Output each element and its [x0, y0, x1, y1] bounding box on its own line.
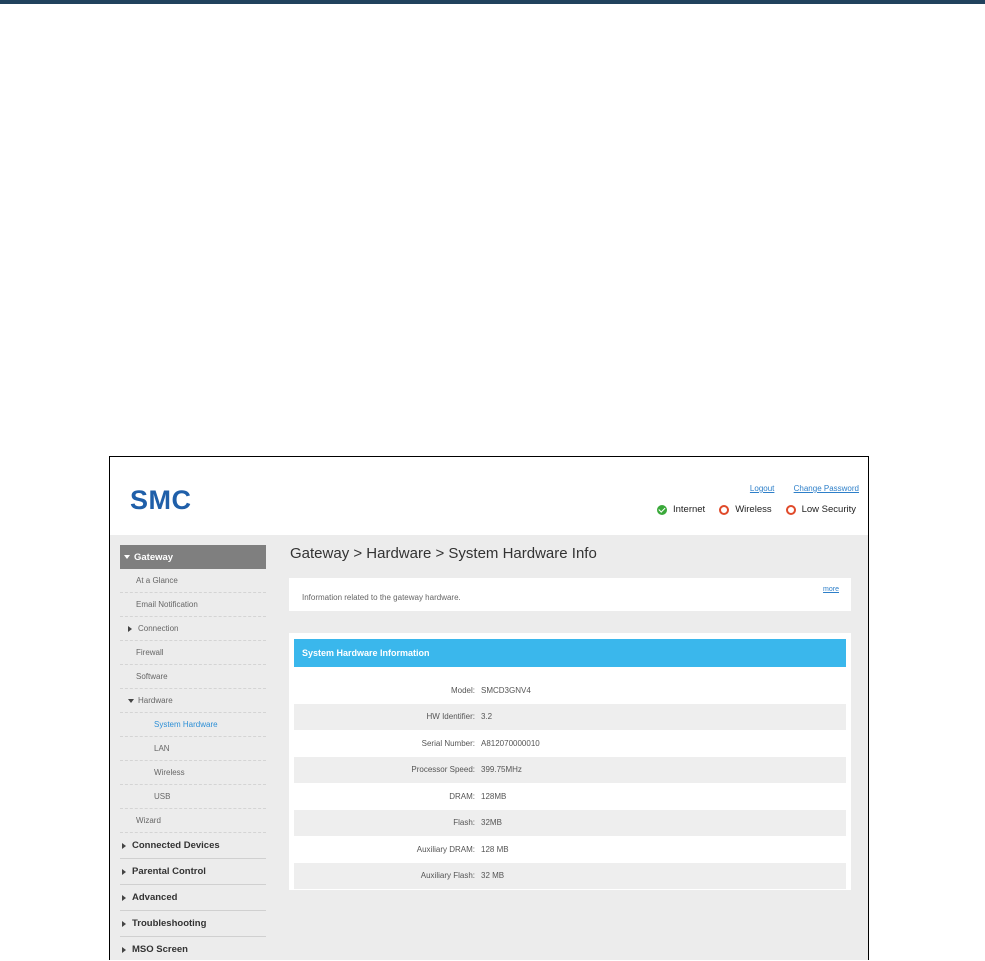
table-row: Flash: 32MB	[294, 809, 846, 836]
row-value: 32 MB	[481, 871, 505, 881]
sidebar-item-label: Gateway	[134, 551, 174, 563]
table-row: HW Identifier: 3.2	[294, 703, 846, 730]
sidebar-item-label: Hardware	[138, 696, 173, 705]
chevron-down-icon	[128, 698, 134, 703]
table-row: Processor Speed: 399.75MHz	[294, 756, 846, 783]
row-label: Serial Number:	[421, 738, 475, 748]
change-password-link[interactable]: Change Password	[794, 484, 859, 493]
hardware-info-panel: System Hardware Information Model: SMCD3…	[289, 633, 851, 890]
sidebar-item-software[interactable]: Software	[120, 665, 266, 689]
table-row: Auxiliary Flash: 32 MB	[294, 862, 846, 889]
more-link[interactable]: more	[823, 586, 839, 593]
row-value: 32MB	[481, 818, 502, 828]
row-label: Auxiliary Flash:	[420, 871, 475, 881]
status-bar: Internet Wireless Low Security	[656, 504, 856, 515]
status-wireless-label: Wireless	[735, 504, 772, 515]
sidebar-item-label: MSO Screen	[132, 944, 188, 955]
row-value: 399.75MHz	[481, 765, 522, 775]
chevron-right-icon	[122, 920, 126, 927]
sidebar-item-lan[interactable]: LAN	[120, 737, 266, 761]
hardware-info-table: Model: SMCD3GNV4 HW Identifier: 3.2 Seri…	[294, 677, 846, 889]
user-links: Logout Change Password	[733, 484, 859, 493]
status-security-label: Low Security	[801, 504, 856, 515]
row-label: Processor Speed:	[411, 765, 475, 775]
screenshot-frame: SMC Logout Change Password Internet Wire…	[109, 456, 869, 960]
logout-link[interactable]: Logout	[750, 484, 774, 493]
sidebar-item-wireless[interactable]: Wireless	[120, 761, 266, 785]
lifebuoy-icon	[719, 504, 730, 515]
sidebar-item-wizard[interactable]: Wizard	[120, 809, 266, 833]
sidebar-nav: Gateway At a Glance Email Notification C…	[120, 545, 266, 960]
sidebar-item-firewall[interactable]: Firewall	[120, 641, 266, 665]
row-label: DRAM:	[449, 791, 475, 801]
table-row: Serial Number: A812070000010	[294, 730, 846, 757]
sidebar-item-connection[interactable]: Connection	[120, 617, 266, 641]
sidebar-item-usb[interactable]: USB	[120, 785, 266, 809]
panel-title: System Hardware Information	[294, 639, 846, 667]
sidebar-item-label: Parental Control	[132, 866, 206, 877]
sidebar-item-label: Troubleshooting	[132, 918, 207, 929]
info-text: Information related to the gateway hardw…	[302, 593, 461, 602]
row-value: SMCD3GNV4	[481, 685, 531, 695]
chevron-right-icon	[122, 946, 126, 953]
sidebar-item-at-a-glance[interactable]: At a Glance	[120, 569, 266, 593]
sidebar-item-label: Connection	[138, 624, 179, 633]
sidebar-item-email-notification[interactable]: Email Notification	[120, 593, 266, 617]
sidebar-item-advanced[interactable]: Advanced	[120, 885, 266, 911]
chevron-right-icon	[122, 868, 126, 875]
row-value: 128MB	[481, 791, 507, 801]
row-label: Auxiliary DRAM:	[416, 844, 475, 854]
row-value: 3.2	[481, 712, 493, 722]
lifebuoy-icon	[785, 504, 796, 515]
sidebar-item-parental-control[interactable]: Parental Control	[120, 859, 266, 885]
chevron-down-icon	[124, 555, 130, 559]
header: SMC Logout Change Password Internet Wire…	[110, 457, 868, 535]
table-row: Model: SMCD3GNV4	[294, 677, 846, 704]
row-value: A812070000010	[481, 738, 540, 748]
sidebar-item-label: Advanced	[132, 892, 178, 903]
smc-logo: SMC	[130, 485, 192, 515]
check-circle-icon	[656, 504, 667, 515]
row-label: HW Identifier:	[426, 712, 475, 722]
sidebar-item-gateway[interactable]: Gateway	[120, 545, 266, 569]
table-row: DRAM: 128MB	[294, 783, 846, 810]
chevron-right-icon	[122, 842, 126, 849]
status-internet: Internet	[656, 504, 706, 515]
sidebar-item-system-hardware[interactable]: System Hardware	[120, 713, 266, 737]
sidebar-item-label: Connected Devices	[132, 840, 220, 851]
status-security: Low Security	[785, 504, 856, 515]
page-title: Gateway > Hardware > System Hardware Inf…	[290, 545, 597, 562]
top-rule	[0, 0, 985, 4]
status-wireless: Wireless	[719, 504, 772, 515]
chevron-right-icon	[122, 894, 126, 901]
sidebar-item-troubleshooting[interactable]: Troubleshooting	[120, 911, 266, 937]
sidebar-item-hardware[interactable]: Hardware	[120, 689, 266, 713]
status-internet-label: Internet	[672, 504, 706, 515]
row-label: Model:	[450, 685, 475, 695]
table-row: Auxiliary DRAM: 128 MB	[294, 836, 846, 863]
sidebar-item-mso-screen[interactable]: MSO Screen	[120, 937, 266, 960]
sidebar-item-connected-devices[interactable]: Connected Devices	[120, 833, 266, 859]
chevron-right-icon	[128, 625, 132, 632]
info-box: Information related to the gateway hardw…	[289, 578, 851, 611]
row-value: 128 MB	[481, 844, 509, 854]
row-label: Flash:	[453, 818, 475, 828]
